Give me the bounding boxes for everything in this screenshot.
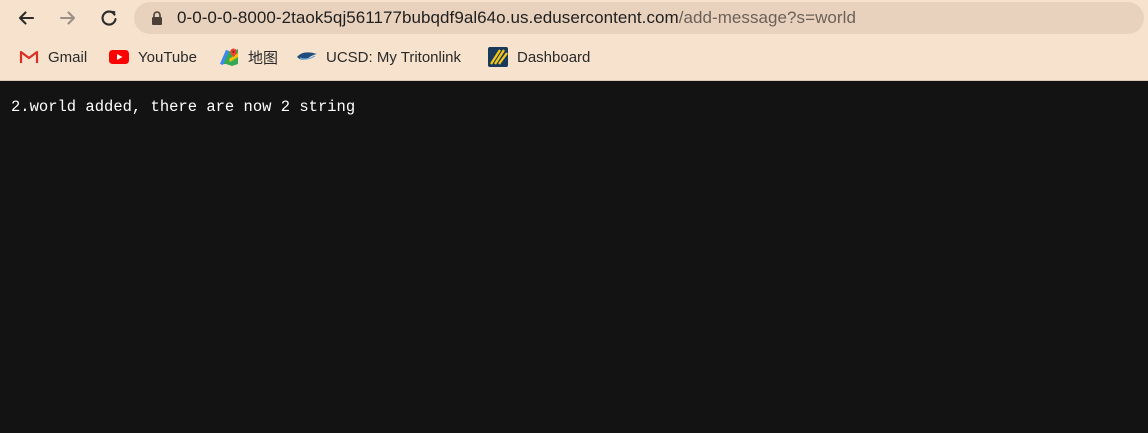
bookmark-youtube[interactable]: YouTube xyxy=(109,46,197,68)
back-arrow-icon xyxy=(18,11,35,25)
bookmark-label: 地图 xyxy=(248,49,279,67)
bookmark-dashboard[interactable]: Dashboard xyxy=(488,46,590,68)
bookmark-tritonlink[interactable]: UCSD: My Tritonlink xyxy=(297,46,461,68)
url-text[interactable]: 0-0-0-0-8000-2taok5qj561177bubqdf9al64o.… xyxy=(177,2,856,34)
bookmark-maps[interactable]: 地图 xyxy=(219,46,278,68)
maps-icon xyxy=(219,48,239,66)
response-text: 2.world added, there are now 2 string xyxy=(11,98,356,116)
gmail-icon xyxy=(19,48,39,66)
bookmark-label: Dashboard xyxy=(517,48,591,66)
forward-button[interactable] xyxy=(54,6,82,30)
browser-window: 0-0-0-0-8000-2taok5qj561177bubqdf9al64o.… xyxy=(0,0,1148,433)
url-host: 0-0-0-0-8000-2taok5qj561177bubqdf9al64o.… xyxy=(177,8,679,27)
reload-icon xyxy=(101,10,117,26)
browser-toolbar: 0-0-0-0-8000-2taok5qj561177bubqdf9al64o.… xyxy=(0,0,1148,81)
bookmarks-bar: Gmail YouTube 地图 UCSD: My Tritonlink Das… xyxy=(0,42,1148,72)
url-path: /add-message?s=world xyxy=(678,8,856,27)
bookmark-label: UCSD: My Tritonlink xyxy=(326,48,462,66)
tritonlink-icon xyxy=(297,48,317,66)
bookmark-label: YouTube xyxy=(138,48,197,66)
bookmark-label: Gmail xyxy=(48,48,88,66)
page-content: 2.world added, there are now 2 string xyxy=(0,81,1148,433)
forward-arrow-icon xyxy=(59,11,76,25)
youtube-icon xyxy=(109,48,129,66)
address-bar[interactable]: 0-0-0-0-8000-2taok5qj561177bubqdf9al64o.… xyxy=(134,2,1144,34)
reload-button[interactable] xyxy=(95,6,123,30)
lock-icon[interactable] xyxy=(151,11,163,25)
dashboard-icon xyxy=(488,47,508,67)
bookmark-gmail[interactable]: Gmail xyxy=(19,46,87,68)
back-button[interactable] xyxy=(12,6,40,30)
